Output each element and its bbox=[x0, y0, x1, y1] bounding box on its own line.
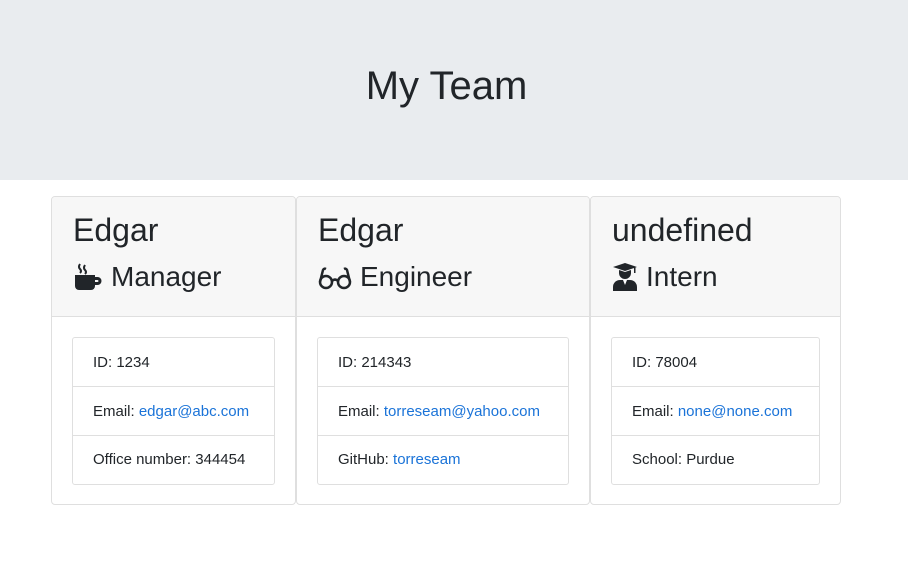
office-number-item: Office number: 344454 bbox=[93, 451, 246, 468]
details-list: ID: 1234 Email: edgar@abc.com Office num… bbox=[72, 337, 275, 485]
email-item: Email: torreseam@yahoo.com bbox=[318, 387, 568, 436]
intern-card: undefined Intern ID: 78004 Email: none@n… bbox=[590, 196, 841, 505]
github-link[interactable]: torreseam bbox=[393, 451, 461, 468]
card-header: Edgar Engineer bbox=[297, 197, 589, 317]
employee-name: undefined bbox=[612, 212, 753, 248]
email-item: Email: none@none.com bbox=[612, 387, 819, 436]
employee-role: Manager bbox=[73, 259, 222, 295]
employee-name: Edgar bbox=[73, 212, 159, 248]
details-list: ID: 214343 Email: torreseam@yahoo.com Gi… bbox=[317, 337, 569, 485]
id-item: ID: 78004 bbox=[612, 338, 819, 387]
header-jumbotron: My Team bbox=[0, 0, 908, 180]
coffee-icon bbox=[73, 262, 103, 292]
role-label: Intern bbox=[646, 261, 718, 292]
id-item: ID: 214343 bbox=[318, 338, 568, 387]
school-value: Purdue bbox=[686, 451, 735, 468]
role-label: Manager bbox=[111, 261, 222, 292]
manager-card: Edgar Manager ID: 1234 Email: edgar@abc.… bbox=[51, 196, 296, 505]
page-title: My Team bbox=[365, 64, 528, 108]
school-item: School: Purdue bbox=[632, 451, 735, 468]
engineer-card: Edgar Engineer ID: 214343 Email: torrese… bbox=[296, 196, 590, 505]
email-link[interactable]: edgar@abc.com bbox=[139, 403, 249, 420]
employee-role: Intern bbox=[612, 259, 718, 295]
email-item: Email: edgar@abc.com bbox=[73, 387, 274, 436]
id-value: 214343 bbox=[361, 354, 412, 371]
employee-role: Engineer bbox=[318, 259, 472, 295]
id-value: 1234 bbox=[116, 354, 150, 371]
email-link[interactable]: torreseam@yahoo.com bbox=[384, 403, 540, 420]
employee-name: Edgar bbox=[318, 212, 404, 248]
card-header: undefined Intern bbox=[591, 197, 840, 317]
github-item: GitHub: torreseam bbox=[338, 451, 461, 468]
id-item: ID: 1234 bbox=[73, 338, 274, 387]
glasses-icon bbox=[318, 262, 352, 292]
graduate-icon bbox=[612, 262, 638, 292]
role-label: Engineer bbox=[360, 261, 473, 292]
email-link[interactable]: none@none.com bbox=[678, 403, 792, 420]
details-list: ID: 78004 Email: none@none.com School: P… bbox=[611, 337, 820, 485]
id-value: 78004 bbox=[655, 354, 698, 371]
card-header: Edgar Manager bbox=[52, 197, 295, 317]
office-number-value: 344454 bbox=[195, 451, 246, 468]
